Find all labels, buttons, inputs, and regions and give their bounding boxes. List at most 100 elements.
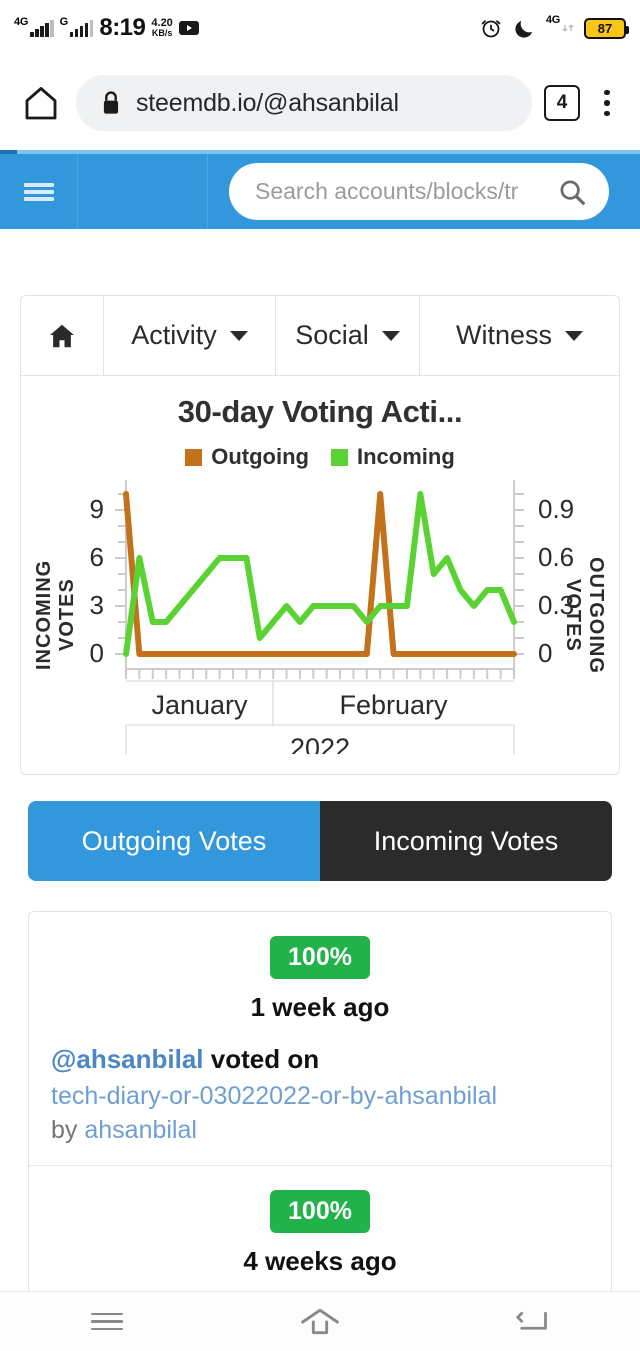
- status-badge: 100%: [270, 936, 370, 979]
- status-bar: 4G G 8:19 4.20 KB/s 4G 87: [0, 0, 640, 56]
- svg-text:6: 6: [90, 542, 104, 572]
- url-bar[interactable]: steemdb.io/@ahsanbilal: [76, 75, 532, 131]
- data-transfer-icon: [562, 24, 574, 32]
- toggle-incoming-votes[interactable]: Incoming Votes: [320, 801, 612, 881]
- network-indicator-2: G: [59, 15, 94, 37]
- magnifier-icon[interactable]: [557, 177, 587, 207]
- tab-social[interactable]: Social: [276, 296, 420, 375]
- status-badge: 100%: [270, 1190, 370, 1233]
- tab-activity[interactable]: Activity: [104, 296, 276, 375]
- page-content: Activity Social Witness 30-day Voting Ac…: [0, 229, 640, 1291]
- home-outline-icon: [301, 1308, 339, 1334]
- voter-link[interactable]: @ahsanbilal: [51, 1044, 204, 1074]
- legend-label-outgoing: Outgoing: [211, 444, 309, 469]
- tab-activity-label: Activity: [131, 320, 217, 350]
- svg-text:9: 9: [90, 494, 104, 524]
- home-icon: [50, 324, 74, 347]
- chart-svg: 0 3 6 9 0 0.3 0.6 0.9 January February 2022: [90, 480, 574, 754]
- svg-text:January: January: [151, 690, 248, 720]
- chevron-down-icon: [381, 330, 400, 341]
- sim-network-indicator: 4G: [546, 15, 574, 35]
- home-button[interactable]: [213, 1292, 426, 1351]
- vote-timestamp: 4 weeks ago: [243, 1246, 397, 1276]
- vote-direction-toggle-area: Outgoing Votes Incoming Votes: [0, 775, 640, 881]
- chart-plot-area: INCOMING VOTES OUTGOING VOTES 0 3 6 9 0 0.3 0.…: [21, 474, 619, 754]
- hamburger-icon: [90, 1308, 123, 1336]
- tab-witness-label: Witness: [455, 320, 553, 350]
- youtube-icon: [178, 21, 199, 35]
- signal-bars-icon-1: [30, 19, 54, 37]
- android-nav-bar: [0, 1291, 640, 1351]
- chevron-down-icon: [565, 330, 584, 341]
- vote-list: 100% 1 week ago @ahsanbilal voted on tec…: [28, 911, 612, 1291]
- status-bar-left: 4G G 8:19 4.20 KB/s: [14, 14, 199, 42]
- vote-actor-line: @ahsanbilal voted on: [51, 1043, 589, 1076]
- author-link[interactable]: ahsanbilal: [84, 1116, 197, 1144]
- status-bar-right: 4G 87: [479, 15, 629, 40]
- svg-text:February: February: [339, 690, 448, 720]
- network-speed: 4.20 KB/s: [151, 17, 173, 39]
- svg-text:0: 0: [538, 638, 552, 668]
- tab-witness[interactable]: Witness: [420, 296, 619, 375]
- signal-bars-icon-2: [69, 19, 94, 37]
- network-type-label-1: 4G: [14, 15, 29, 28]
- vote-timestamp: 1 week ago: [250, 992, 390, 1022]
- svg-text:0.9: 0.9: [538, 494, 574, 524]
- legend-item-incoming: Incoming: [330, 444, 455, 470]
- by-label: by: [51, 1116, 78, 1144]
- search-box[interactable]: [229, 163, 609, 220]
- svg-text:0.6: 0.6: [538, 542, 574, 572]
- site-navbar: [0, 154, 640, 229]
- list-item[interactable]: 100% 4 weeks ago: [29, 1166, 611, 1291]
- home-icon: [25, 87, 57, 120]
- chart-title: 30-day Voting Acti...: [177, 394, 463, 429]
- profile-tabbar: Activity Social Witness: [21, 296, 619, 376]
- hamburger-icon: [23, 180, 54, 204]
- svg-text:3: 3: [90, 590, 104, 620]
- phone-screen: 4G G 8:19 4.20 KB/s 4G 87 steemdb.io/@ah…: [0, 0, 640, 1351]
- battery-percent-label: 87: [597, 20, 613, 36]
- legend-swatch-outgoing: [185, 448, 203, 466]
- crescent-moon-icon: [515, 20, 533, 38]
- toggle-outgoing-label: Outgoing Votes: [81, 825, 267, 856]
- network-indicator-1: 4G: [14, 15, 54, 37]
- navbar-brand-area: [78, 154, 208, 229]
- vote-author-line: by ahsanbilal: [51, 1116, 589, 1145]
- back-arrow-icon: [516, 1311, 548, 1330]
- legend-swatch-incoming: [330, 448, 348, 466]
- chevron-down-icon: [229, 330, 248, 341]
- svg-text:0.3: 0.3: [538, 590, 574, 620]
- url-text: steemdb.io/@ahsanbilal: [136, 88, 399, 117]
- vote-direction-toggle: Outgoing Votes Incoming Votes: [28, 801, 612, 881]
- status-clock: 8:19: [99, 14, 146, 41]
- vote-action-label: voted on: [210, 1044, 320, 1074]
- sim-network-label: 4G: [545, 14, 560, 26]
- toggle-outgoing-votes[interactable]: Outgoing Votes: [28, 801, 320, 881]
- toggle-incoming-label: Incoming Votes: [373, 825, 559, 856]
- tab-home[interactable]: [21, 296, 104, 375]
- svg-text:2022: 2022: [290, 733, 350, 754]
- network-speed-unit: KB/s: [151, 28, 173, 39]
- list-item[interactable]: 100% 1 week ago @ahsanbilal voted on tec…: [29, 912, 611, 1166]
- tab-count-label: 4: [556, 92, 568, 113]
- tab-social-label: Social: [295, 320, 369, 350]
- network-type-label-2: G: [59, 15, 69, 28]
- search-input[interactable]: [255, 178, 557, 205]
- svg-text:0: 0: [90, 638, 104, 668]
- back-button[interactable]: [427, 1292, 640, 1351]
- legend-label-incoming: Incoming: [356, 444, 455, 469]
- recent-apps-button[interactable]: [0, 1292, 213, 1351]
- alarm-clock-icon: [481, 20, 501, 38]
- legend-item-outgoing: Outgoing: [185, 444, 309, 470]
- tab-switcher-button[interactable]: 4: [544, 85, 580, 121]
- browser-home-button[interactable]: [18, 80, 64, 126]
- site-menu-button[interactable]: [0, 154, 78, 229]
- chart-legend: Outgoing Incoming: [21, 444, 619, 470]
- padlock-icon: [103, 91, 119, 114]
- browser-toolbar: steemdb.io/@ahsanbilal 4: [0, 56, 640, 150]
- voting-activity-chart: 30-day Voting Acti... Outgoing Incoming …: [21, 376, 619, 774]
- profile-card: Activity Social Witness 30-day Voting Ac…: [20, 295, 620, 775]
- browser-menu-button[interactable]: [592, 83, 622, 123]
- vote-permlink[interactable]: tech-diary-or-03022022-or-by-ahsanbilal: [51, 1080, 589, 1113]
- battery-indicator: 87: [584, 17, 629, 39]
